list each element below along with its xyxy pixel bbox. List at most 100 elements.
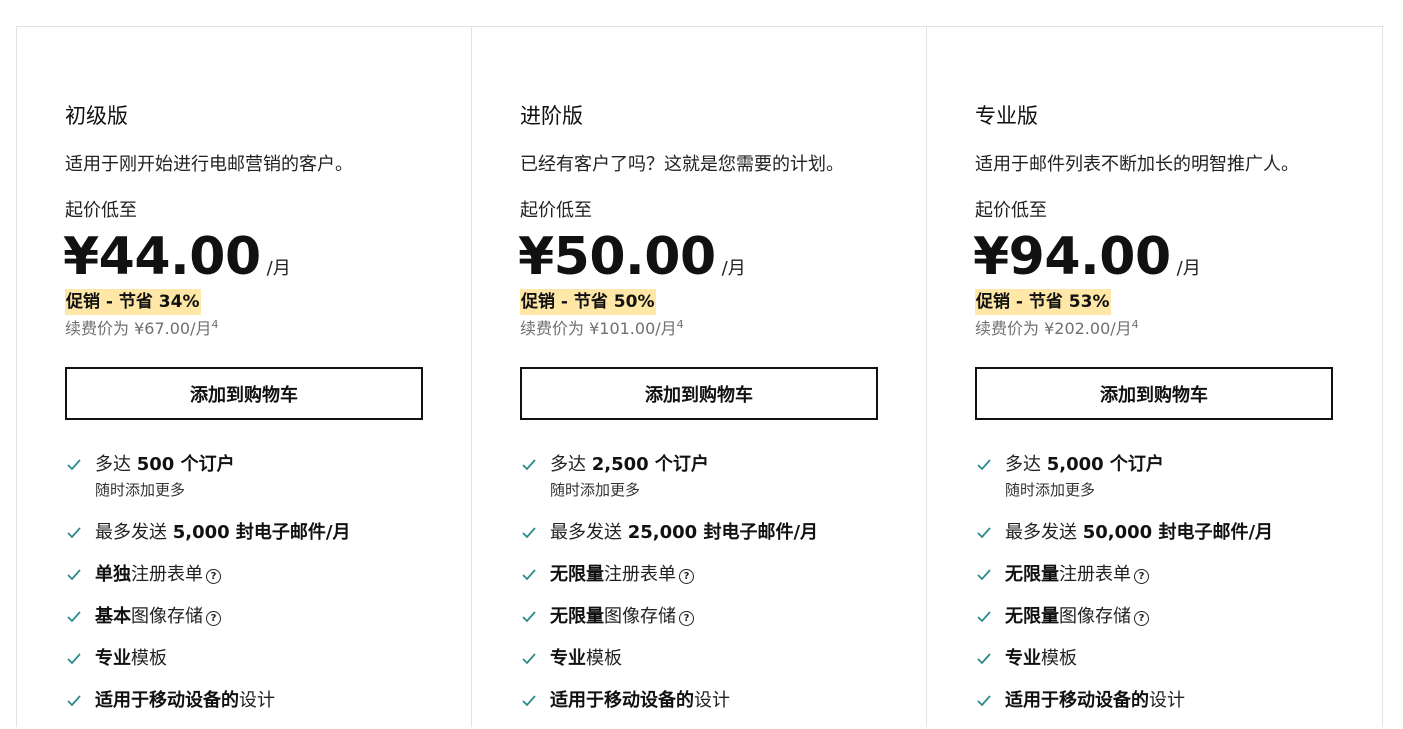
renewal-footnote-link[interactable]: 4 — [677, 318, 684, 331]
add-to-cart-button[interactable]: 添加到购物车 — [65, 367, 423, 420]
add-to-cart-button[interactable]: 添加到购物车 — [520, 367, 878, 420]
feature-text: 多达 500 个订户 — [95, 451, 235, 479]
feature-suffix: 注册表单 — [1059, 564, 1131, 585]
plan-name: 专业版 — [975, 104, 1038, 128]
feature-item: 多达 5,000 个订户随时添加更多 — [975, 451, 1273, 519]
feature-item: 适用于移动设备的设计 — [520, 687, 818, 729]
feature-prefix: 多达 — [95, 454, 137, 475]
feature-highlight: 500 个订户 — [136, 454, 235, 475]
feature-text: 最多发送 25,000 封电子邮件/月 — [550, 519, 818, 547]
price-period: /月 — [721, 258, 746, 279]
feature-subtext: 随时添加更多 — [95, 481, 186, 499]
check-icon — [67, 459, 81, 471]
feature-suffix: 图像存储 — [1059, 606, 1131, 627]
help-circle-icon[interactable]: ? — [1134, 611, 1149, 626]
check-icon — [67, 695, 81, 707]
feature-suffix: 注册表单 — [131, 564, 203, 585]
feature-item: 无限量图像存储? — [975, 603, 1273, 645]
check-icon — [522, 695, 536, 707]
check-icon — [522, 527, 536, 539]
feature-text: 基本图像存储? — [95, 603, 221, 631]
check-icon — [977, 611, 991, 623]
plan-card: 进阶版 已经有客户了吗？这就是您需要的计划。 起价低至 ¥50.00 /月 促销… — [472, 27, 927, 727]
add-to-cart-button[interactable]: 添加到购物车 — [975, 367, 1333, 420]
feature-highlight: 2,500 个订户 — [591, 454, 709, 475]
price-period: /月 — [1176, 258, 1201, 279]
feature-subtext: 随时添加更多 — [550, 481, 641, 499]
check-icon — [67, 611, 81, 623]
check-icon — [522, 569, 536, 581]
feature-suffix: 设计 — [1149, 690, 1185, 711]
feature-suffix: 图像存储 — [604, 606, 676, 627]
feature-item: 无限量注册表单? — [975, 561, 1273, 603]
feature-highlight: 无限量 — [1005, 606, 1059, 627]
feature-text: 无限量注册表单? — [1005, 561, 1149, 589]
feature-text: 多达 5,000 个订户 — [1005, 451, 1164, 479]
feature-item: 多达 2,500 个订户随时添加更多 — [520, 451, 818, 519]
price-row: ¥44.00 /月 — [63, 225, 291, 289]
plan-name: 进阶版 — [520, 104, 583, 128]
feature-prefix: 多达 — [1005, 454, 1047, 475]
help-circle-icon[interactable]: ? — [1134, 569, 1149, 584]
feature-item: 专业模板 — [520, 645, 818, 687]
help-circle-icon[interactable]: ? — [206, 569, 221, 584]
feature-list: 多达 500 个订户随时添加更多 最多发送 5,000 封电子邮件/月 单独注册… — [65, 451, 351, 729]
price-row: ¥94.00 /月 — [973, 225, 1201, 289]
feature-list: 多达 2,500 个订户随时添加更多 最多发送 25,000 封电子邮件/月 无… — [520, 451, 818, 729]
feature-text: 无限量图像存储? — [1005, 603, 1149, 631]
feature-item: 适用于移动设备的设计 — [975, 687, 1273, 729]
feature-highlight: 基本 — [95, 606, 131, 627]
feature-text: 无限量图像存储? — [550, 603, 694, 631]
check-icon — [977, 569, 991, 581]
check-icon — [977, 527, 991, 539]
renewal-footnote-link[interactable]: 4 — [211, 318, 218, 331]
feature-text: 最多发送 5,000 封电子邮件/月 — [95, 519, 351, 547]
feature-suffix: 模板 — [131, 648, 167, 669]
check-icon — [522, 653, 536, 665]
feature-item: 最多发送 50,000 封电子邮件/月 — [975, 519, 1273, 561]
feature-subtext: 随时添加更多 — [1005, 481, 1096, 499]
feature-highlight: 单独 — [95, 564, 131, 585]
feature-text: 专业模板 — [550, 645, 622, 673]
starting-price-label: 起价低至 — [65, 200, 137, 221]
feature-text: 专业模板 — [95, 645, 167, 673]
feature-highlight: 无限量 — [550, 564, 604, 585]
renewal-footnote-link[interactable]: 4 — [1132, 318, 1139, 331]
renewal-price-text: 续费价为 ¥202.00/月 — [975, 319, 1132, 338]
plan-card: 初级版 适用于刚开始进行电邮营销的客户。 起价低至 ¥44.00 /月 促销 -… — [17, 27, 472, 727]
plan-name: 初级版 — [65, 104, 128, 128]
feature-text: 多达 2,500 个订户 — [550, 451, 709, 479]
feature-highlight: 5,000 封电子邮件/月 — [172, 522, 351, 543]
plan-description: 已经有客户了吗？这就是您需要的计划。 — [520, 154, 844, 175]
promo-badge: 促销 - 节省 53% — [975, 289, 1111, 315]
feature-highlight: 5,000 个订户 — [1046, 454, 1164, 475]
check-icon — [67, 569, 81, 581]
feature-list: 多达 5,000 个订户随时添加更多 最多发送 50,000 封电子邮件/月 无… — [975, 451, 1273, 729]
feature-item: 多达 500 个订户随时添加更多 — [65, 451, 351, 519]
feature-highlight: 适用于移动设备的 — [550, 690, 694, 711]
starting-price-label: 起价低至 — [520, 200, 592, 221]
feature-highlight: 无限量 — [1005, 564, 1059, 585]
plan-price: ¥94.00 — [973, 227, 1171, 287]
feature-highlight: 适用于移动设备的 — [1005, 690, 1149, 711]
feature-suffix: 注册表单 — [604, 564, 676, 585]
feature-suffix: 模板 — [1041, 648, 1077, 669]
feature-item: 单独注册表单? — [65, 561, 351, 603]
feature-suffix: 图像存储 — [131, 606, 203, 627]
help-circle-icon[interactable]: ? — [206, 611, 221, 626]
check-icon — [977, 459, 991, 471]
plan-description: 适用于刚开始进行电邮营销的客户。 — [65, 154, 353, 175]
feature-highlight: 无限量 — [550, 606, 604, 627]
help-circle-icon[interactable]: ? — [679, 569, 694, 584]
help-circle-icon[interactable]: ? — [679, 611, 694, 626]
feature-item: 无限量注册表单? — [520, 561, 818, 603]
check-icon — [522, 459, 536, 471]
check-icon — [977, 695, 991, 707]
feature-text: 最多发送 50,000 封电子邮件/月 — [1005, 519, 1273, 547]
feature-prefix: 最多发送 — [1005, 522, 1083, 543]
feature-text: 无限量注册表单? — [550, 561, 694, 589]
feature-highlight: 25,000 封电子邮件/月 — [627, 522, 819, 543]
feature-prefix: 最多发送 — [550, 522, 628, 543]
renewal-price: 续费价为 ¥101.00/月4 — [520, 318, 684, 340]
starting-price-label: 起价低至 — [975, 200, 1047, 221]
